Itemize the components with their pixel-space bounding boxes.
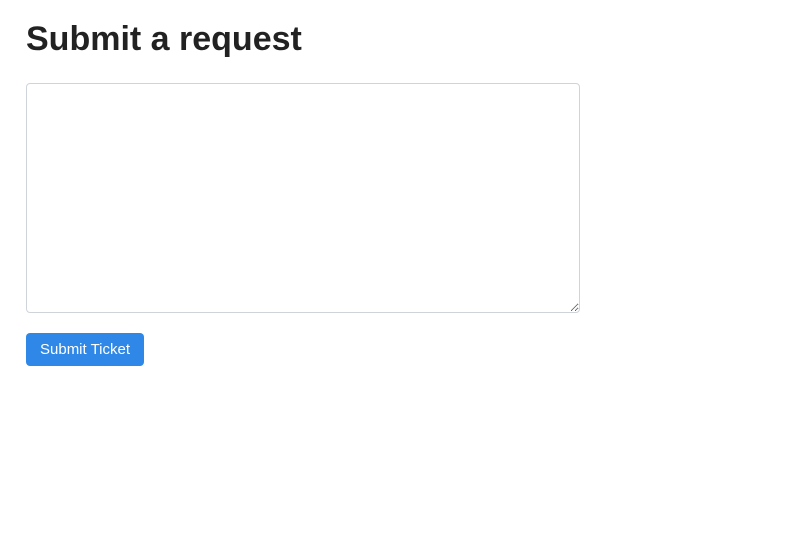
request-textarea[interactable] (26, 83, 580, 313)
page-title: Submit a request (26, 20, 774, 59)
submit-ticket-button[interactable]: Submit Ticket (26, 333, 144, 366)
